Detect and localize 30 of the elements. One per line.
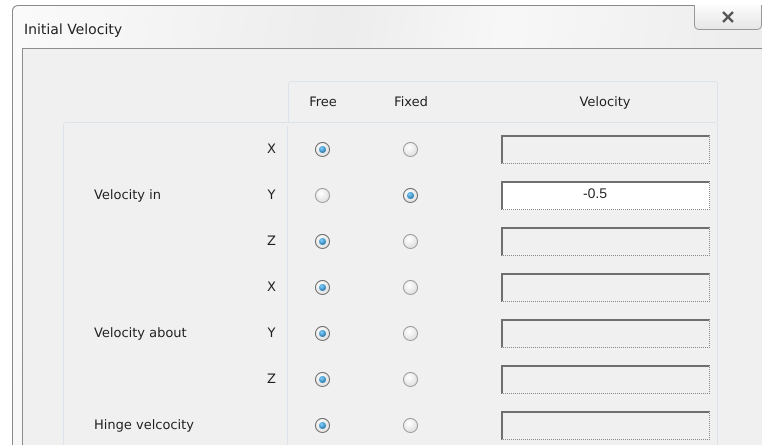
column-header: Free	[309, 94, 337, 110]
group-label: Velocity in	[94, 188, 162, 202]
axis-label: Z	[267, 372, 276, 386]
window-title: Initial Velocity	[24, 22, 122, 38]
axis-label: X	[267, 280, 276, 294]
radio-button[interactable]	[314, 234, 330, 248]
close-button[interactable]	[694, 5, 762, 30]
velocity-field[interactable]: -0.5	[501, 180, 710, 210]
radio-button[interactable]	[402, 188, 418, 202]
radio-button[interactable]	[402, 372, 418, 386]
column-header: Velocity	[580, 94, 630, 110]
axis-label: Y	[268, 188, 276, 202]
radio-button[interactable]	[314, 372, 330, 386]
axis-label: Z	[267, 234, 276, 248]
close-icon	[721, 11, 735, 23]
radio-button[interactable]	[314, 418, 330, 432]
group-label: Velocity about	[94, 326, 188, 340]
radio-button[interactable]	[314, 326, 330, 340]
radio-button[interactable]	[402, 234, 418, 248]
axis-label: Y	[268, 326, 276, 340]
radio-button[interactable]	[402, 280, 418, 294]
column-header: Fixed	[394, 94, 428, 110]
radio-button[interactable]	[402, 326, 418, 340]
radio-button[interactable]	[314, 188, 330, 202]
radio-button[interactable]	[402, 418, 418, 432]
group-label: Hinge velcocity	[94, 418, 195, 432]
radio-button[interactable]	[314, 142, 330, 156]
radio-button[interactable]	[402, 142, 418, 156]
axis-label: X	[267, 142, 276, 156]
radio-button[interactable]	[314, 280, 330, 294]
